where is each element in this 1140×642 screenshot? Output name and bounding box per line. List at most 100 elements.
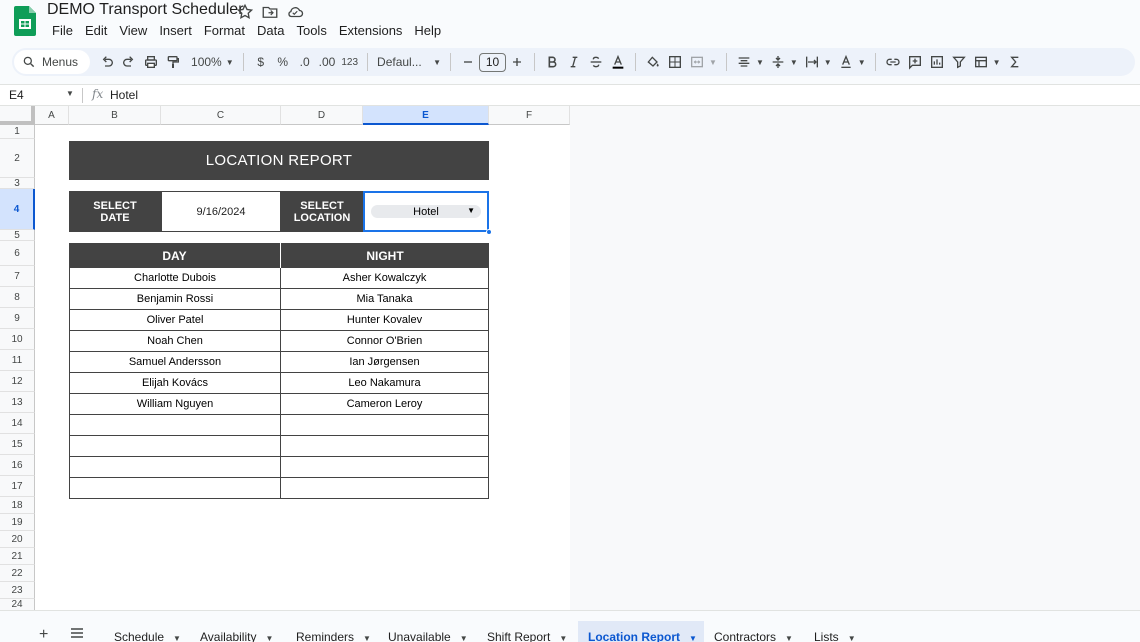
row-header[interactable]: 23 [0,582,35,599]
add-sheet-icon[interactable]: + [39,626,48,642]
strikethrough-button[interactable] [585,50,607,74]
sheet-tab[interactable]: Lists ▼ [804,621,864,642]
cloud-saved-icon[interactable] [286,3,304,21]
day-name-cell[interactable]: Oliver Patel [69,310,281,331]
chevron-down-icon[interactable]: ▼ [848,634,856,642]
night-name-cell[interactable] [281,436,489,457]
sheet-tab[interactable]: Shift Report ▼ [477,621,578,642]
select-location-label[interactable]: SELECT LOCATION [281,191,363,232]
row-header[interactable]: 15 [0,434,35,455]
chevron-down-icon[interactable]: ▼ [173,634,181,642]
chevron-down-icon[interactable]: ▼ [785,634,793,642]
day-name-cell[interactable] [69,436,281,457]
day-name-cell[interactable]: William Nguyen [69,394,281,415]
number-format-button[interactable]: 123 [338,50,361,74]
font-size-input[interactable]: 10 [479,52,507,72]
fill-color-button[interactable] [642,50,664,74]
filter-views-button[interactable]: ▼ [970,50,1004,74]
row-header[interactable]: 1 [0,125,35,139]
document-title[interactable]: DEMO Transport Scheduler [47,1,244,19]
fill-handle[interactable] [486,229,492,235]
night-name-cell[interactable] [281,478,489,499]
night-name-cell[interactable]: Ian Jørgensen [281,352,489,373]
column-header-f[interactable]: F [489,106,570,125]
column-header-c[interactable]: C [161,106,281,125]
insert-chart-button[interactable] [926,50,948,74]
all-sheets-icon[interactable] [70,627,84,639]
row-header[interactable]: 21 [0,548,35,565]
paint-format-button[interactable] [162,50,184,74]
sheet-tab[interactable]: Contractors ▼ [704,621,804,642]
night-name-cell[interactable]: Mia Tanaka [281,289,489,310]
day-name-cell[interactable]: Samuel Andersson [69,352,281,373]
chevron-down-icon[interactable]: ▼ [559,634,567,642]
name-box[interactable]: E4 ▼ [9,88,75,104]
select-location-cell[interactable]: Hotel ▼ [363,191,489,232]
row-header[interactable]: 14 [0,413,35,434]
chevron-down-icon[interactable]: ▼ [460,634,468,642]
text-color-button[interactable] [607,50,629,74]
menu-format[interactable]: Format [199,22,250,39]
merge-cells-button[interactable]: ▼ [686,50,720,74]
sheets-logo-icon[interactable] [14,6,36,36]
day-name-cell[interactable] [69,457,281,478]
sheet-tab[interactable]: Unavailable ▼ [378,621,477,642]
menu-extensions[interactable]: Extensions [334,22,408,39]
select-date-label[interactable]: SELECT DATE [69,191,161,232]
formula-input[interactable]: Hotel [110,88,138,102]
zoom-select[interactable]: 100% ▼ [188,50,237,74]
chevron-down-icon[interactable]: ▼ [689,634,697,642]
day-header[interactable]: DAY [69,243,281,268]
menu-data[interactable]: Data [252,22,289,39]
row-header[interactable]: 18 [0,497,35,514]
horizontal-align-button[interactable]: ▼ [733,50,767,74]
borders-button[interactable] [664,50,686,74]
sheet-grid[interactable]: A B C D E F 1 2 3 4 5 6 7 8 9 10 11 12 13 14 15 16 17 18 1… [0,106,1140,610]
insert-comment-button[interactable] [904,50,926,74]
menu-tools[interactable]: Tools [291,22,331,39]
night-name-cell[interactable] [281,415,489,436]
insert-link-button[interactable] [882,50,904,74]
sheet-tab[interactable]: Reminders ▼ [286,621,378,642]
column-header-d[interactable]: D [281,106,363,125]
undo-button[interactable] [96,50,118,74]
row-header[interactable]: 2 [0,139,35,178]
menu-insert[interactable]: Insert [154,22,197,39]
row-header[interactable]: 20 [0,531,35,548]
menu-edit[interactable]: Edit [80,22,112,39]
decrease-font-size-button[interactable] [457,50,479,74]
night-name-cell[interactable]: Hunter Kovalev [281,310,489,331]
night-name-cell[interactable]: Leo Nakamura [281,373,489,394]
column-header-b[interactable]: B [69,106,161,125]
text-rotation-button[interactable]: ▼ [835,50,869,74]
row-header[interactable]: 11 [0,350,35,371]
row-header[interactable]: 4 [0,189,35,230]
menu-file[interactable]: File [47,22,78,39]
row-header[interactable]: 12 [0,371,35,392]
row-header[interactable]: 10 [0,329,35,350]
column-header-a[interactable]: A [35,106,69,125]
sheet-tab[interactable]: Availability ▼ [190,621,286,642]
sheet-tab[interactable]: Schedule ▼ [104,621,188,642]
format-percent-button[interactable]: % [272,50,294,74]
row-header[interactable]: 7 [0,266,35,287]
row-header[interactable]: 5 [0,230,35,241]
chevron-down-icon[interactable]: ▼ [363,634,371,642]
day-name-cell[interactable]: Benjamin Rossi [69,289,281,310]
sheet-tab[interactable]: Location Report ▼ [578,621,704,642]
location-dropdown[interactable]: Hotel ▼ [371,205,481,218]
night-name-cell[interactable]: Asher Kowalczyk [281,268,489,289]
vertical-align-button[interactable]: ▼ [767,50,801,74]
decrease-decimal-button[interactable]: .0 [294,50,316,74]
row-header[interactable]: 19 [0,514,35,531]
row-header[interactable]: 8 [0,287,35,308]
row-header[interactable]: 9 [0,308,35,329]
format-currency-button[interactable]: $ [250,50,272,74]
bold-button[interactable] [541,50,563,74]
select-date-cell[interactable]: 9/16/2024 [161,191,281,232]
chevron-down-icon[interactable]: ▼ [265,634,273,642]
day-name-cell[interactable]: Noah Chen [69,331,281,352]
day-name-cell[interactable] [69,415,281,436]
report-title[interactable]: LOCATION REPORT [69,141,489,180]
star-icon[interactable] [236,3,254,21]
